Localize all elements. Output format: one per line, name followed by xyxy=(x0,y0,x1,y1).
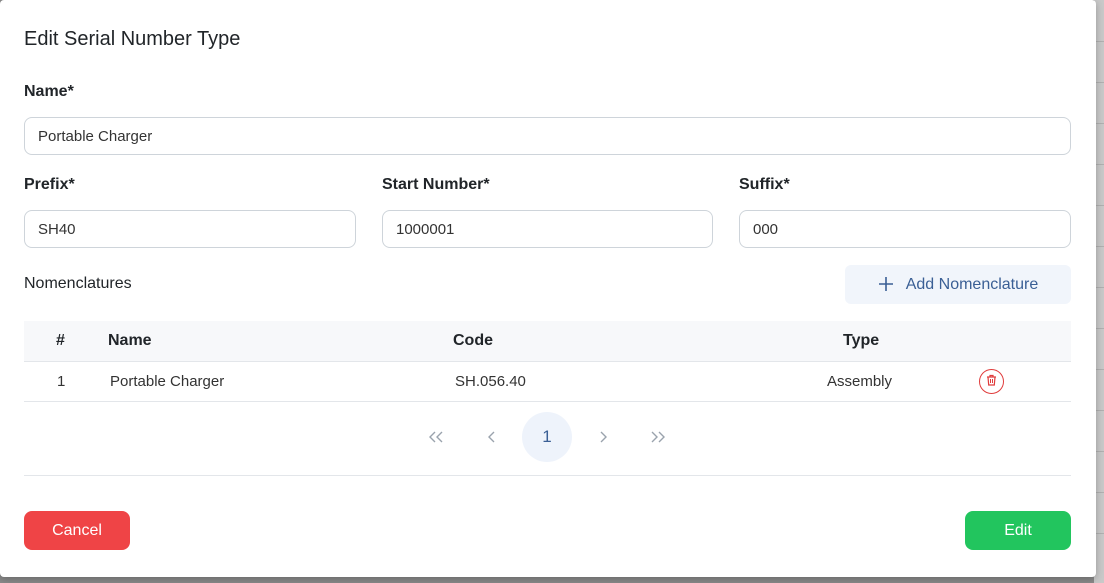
column-header-code: Code xyxy=(453,332,493,349)
table-row: 1 Portable Charger SH.056.40 Assembly xyxy=(24,362,1071,402)
double-chevron-left-icon xyxy=(428,427,444,448)
double-chevron-right-icon xyxy=(650,427,666,448)
prefix-input[interactable] xyxy=(24,210,356,248)
footer-divider xyxy=(24,475,1071,476)
prefix-label: Prefix* xyxy=(24,176,75,193)
row-type: Assembly xyxy=(827,373,893,390)
suffix-label: Suffix* xyxy=(739,176,790,193)
first-page-button[interactable] xyxy=(411,412,461,462)
trash-icon xyxy=(986,373,997,391)
row-code: SH.056.40 xyxy=(455,373,526,390)
nomenclatures-table-header: # Name Code Type xyxy=(24,321,1071,362)
row-index: 1 xyxy=(57,373,66,390)
delete-row-button[interactable] xyxy=(979,369,1004,394)
modal-title: Edit Serial Number Type xyxy=(24,28,241,50)
plus-icon xyxy=(878,273,894,297)
edit-button[interactable]: Edit xyxy=(965,511,1071,550)
next-page-button[interactable] xyxy=(578,412,628,462)
column-header-name: Name xyxy=(108,332,152,349)
add-nomenclature-label: Add Nomenclature xyxy=(905,275,1039,293)
cancel-button[interactable]: Cancel xyxy=(24,511,130,550)
start-number-label: Start Number* xyxy=(382,176,490,193)
column-header-index: # xyxy=(56,332,65,349)
nomenclatures-label: Nomenclatures xyxy=(24,275,132,292)
chevron-left-icon xyxy=(487,427,497,448)
column-header-type: Type xyxy=(843,332,880,349)
add-nomenclature-button[interactable]: Add Nomenclature xyxy=(845,265,1071,304)
start-number-input[interactable] xyxy=(382,210,713,248)
suffix-input[interactable] xyxy=(739,210,1071,248)
edit-serial-number-type-modal: Edit Serial Number Type Name* Prefix* St… xyxy=(0,0,1096,577)
name-label: Name* xyxy=(24,83,74,100)
row-name: Portable Charger xyxy=(110,373,225,390)
name-input[interactable] xyxy=(24,117,1071,155)
previous-page-button[interactable] xyxy=(467,412,517,462)
page-1-button[interactable]: 1 xyxy=(522,412,572,462)
chevron-right-icon xyxy=(598,427,608,448)
last-page-button[interactable] xyxy=(633,412,683,462)
